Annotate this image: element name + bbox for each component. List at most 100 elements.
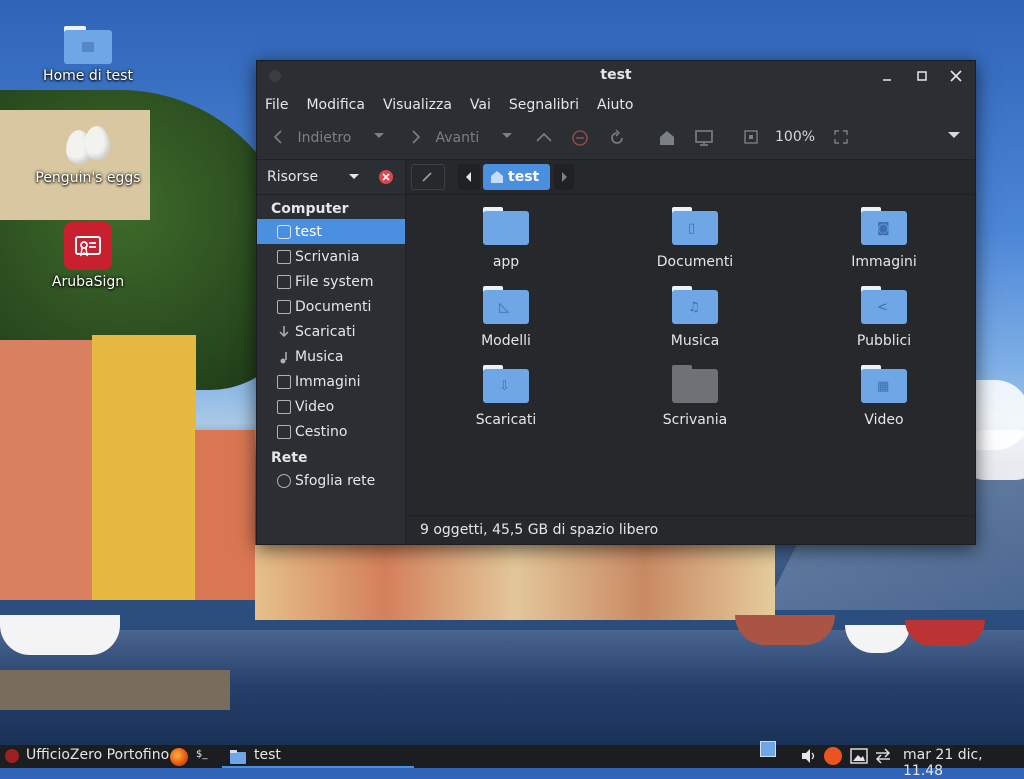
home-button[interactable] (658, 129, 676, 151)
drive-icon (277, 274, 291, 289)
desktop-icon-label: Home di test (43, 68, 133, 84)
zoom-level[interactable]: 100% (775, 129, 815, 145)
desktop-folder-icon (672, 365, 718, 403)
file-item-label: Pubblici (856, 333, 912, 349)
menu-visualizza[interactable]: Visualizza (383, 97, 452, 113)
menu-segnalibri[interactable]: Segnalibri (509, 97, 579, 113)
pictures-folder-icon: ◙ (861, 207, 907, 245)
toolbar-overflow-dropdown[interactable] (947, 129, 961, 145)
maximize-button[interactable] (912, 66, 932, 86)
chevron-down-icon[interactable] (348, 171, 360, 183)
document-icon (277, 299, 291, 314)
file-item-documenti[interactable]: ▯ Documenti (630, 207, 760, 270)
taskbar-task-test[interactable]: test (222, 745, 414, 768)
downloads-folder-icon: ⇩ (483, 365, 529, 403)
file-item-pubblici[interactable]: < Pubblici (819, 286, 949, 349)
menu-vai[interactable]: Vai (470, 97, 491, 113)
file-item-label: Modelli (481, 333, 531, 349)
sidebar-item-label: Documenti (295, 298, 372, 315)
ubuntu-updates-icon[interactable] (824, 747, 842, 765)
path-segment-test[interactable]: test (483, 164, 550, 190)
status-bar: 9 oggetti, 45,5 GB di spazio libero (406, 515, 975, 544)
sidebar-item-scrivania[interactable]: Scrivania (257, 244, 405, 269)
file-item-label: app (492, 254, 520, 270)
sidebar-item-label: Musica (295, 348, 344, 365)
back-history-dropdown[interactable] (373, 129, 385, 145)
file-item-app[interactable]: app (441, 207, 571, 270)
zoom-in-button[interactable] (833, 129, 849, 149)
file-item-label: Scaricati (475, 412, 537, 428)
path-scroll-left-button[interactable] (458, 164, 480, 190)
edit-location-button[interactable] (411, 164, 445, 190)
path-segment-label: test (508, 169, 540, 185)
stop-button[interactable] (571, 129, 589, 151)
close-sidebar-icon[interactable] (378, 169, 394, 185)
chevron-up-icon (536, 132, 552, 142)
stop-icon (572, 130, 588, 146)
reload-button[interactable] (608, 129, 626, 151)
sidebar-item-documenti[interactable]: Documenti (257, 294, 405, 319)
close-button[interactable] (946, 66, 966, 86)
image-viewer-icon[interactable] (850, 748, 868, 768)
up-button[interactable] (535, 129, 553, 149)
desktop-icon-penguins-eggs[interactable]: Penguin's eggs (33, 126, 143, 186)
file-item-immagini[interactable]: ◙ Immagini (819, 207, 949, 270)
sidebar-item-test[interactable]: test (257, 219, 405, 244)
sidebar-mode-label[interactable]: Risorse (267, 169, 318, 185)
music-folder-icon: ♫ (672, 286, 718, 324)
back-button[interactable]: Indietro (271, 129, 351, 146)
trash-icon (277, 424, 291, 439)
sidebar-item-label: Immagini (295, 373, 361, 390)
network-icon (277, 473, 291, 488)
music-icon (277, 350, 291, 364)
public-folder-icon: < (861, 286, 907, 324)
sidebar-item-immagini[interactable]: Immagini (257, 369, 405, 394)
window-main: Risorse Computer test Scrivania File sys… (257, 159, 975, 544)
menu-file[interactable]: File (265, 97, 288, 113)
download-icon (277, 325, 291, 339)
sidebar-section-rete: Rete (271, 450, 308, 466)
file-item-label: Scrivania (662, 412, 728, 428)
menu-modifica[interactable]: Modifica (306, 97, 365, 113)
minimize-button[interactable] (877, 66, 897, 86)
clock[interactable]: mar 21 dic, 11.48 (903, 747, 1024, 779)
start-menu-icon[interactable] (5, 749, 19, 763)
file-item-scrivania[interactable]: Scrivania (630, 365, 760, 428)
eggs-icon (60, 126, 116, 166)
sidebar-item-label: Scrivania (295, 248, 360, 265)
sidebar-item-file-system[interactable]: File system (257, 269, 405, 294)
desktop-icon-arubasign[interactable]: ArubaSign (33, 222, 143, 290)
zoom-out-button[interactable] (743, 129, 759, 149)
zoom-out-icon (744, 130, 758, 144)
sidebar-item-musica[interactable]: Musica (257, 344, 405, 369)
file-item-scaricati[interactable]: ⇩ Scaricati (441, 365, 571, 428)
sidebar-item-video[interactable]: Video (257, 394, 405, 419)
terminal-launcher[interactable]: $_ (196, 749, 207, 760)
pathbar: test (406, 159, 975, 195)
start-menu-label[interactable]: UfficioZero Portofino (26, 747, 169, 763)
sidebar-item-scaricati[interactable]: Scaricati (257, 319, 405, 344)
forward-button[interactable]: Avanti (409, 129, 479, 146)
workspace-indicator[interactable] (760, 741, 776, 757)
wallpaper-building (0, 340, 100, 600)
chevron-down-icon (374, 133, 384, 138)
computer-button[interactable] (694, 129, 714, 151)
window-titlebar[interactable]: test (257, 61, 975, 91)
path-scroll-right-button[interactable] (554, 164, 574, 190)
arubasign-icon (64, 222, 112, 270)
file-item-video[interactable]: ▦ Video (819, 365, 949, 428)
sidebar-item-label: Scaricati (295, 323, 356, 340)
firefox-icon[interactable] (170, 748, 188, 766)
file-item-musica[interactable]: ♫ Musica (630, 286, 760, 349)
menu-aiuto[interactable]: Aiuto (597, 97, 633, 113)
sidebar-item-cestino[interactable]: Cestino (257, 419, 405, 444)
home-icon (660, 131, 674, 145)
network-arrows-icon[interactable] (874, 748, 892, 768)
desktop-icon-home[interactable]: Home di test (33, 26, 143, 84)
sidebar: Risorse Computer test Scrivania File sys… (257, 159, 406, 544)
file-item-modelli[interactable]: ◺ Modelli (441, 286, 571, 349)
forward-history-dropdown[interactable] (501, 129, 513, 145)
volume-icon[interactable] (800, 748, 818, 768)
sidebar-item-label: File system (295, 273, 374, 290)
sidebar-item-sfoglia-rete[interactable]: Sfoglia rete (257, 468, 405, 493)
